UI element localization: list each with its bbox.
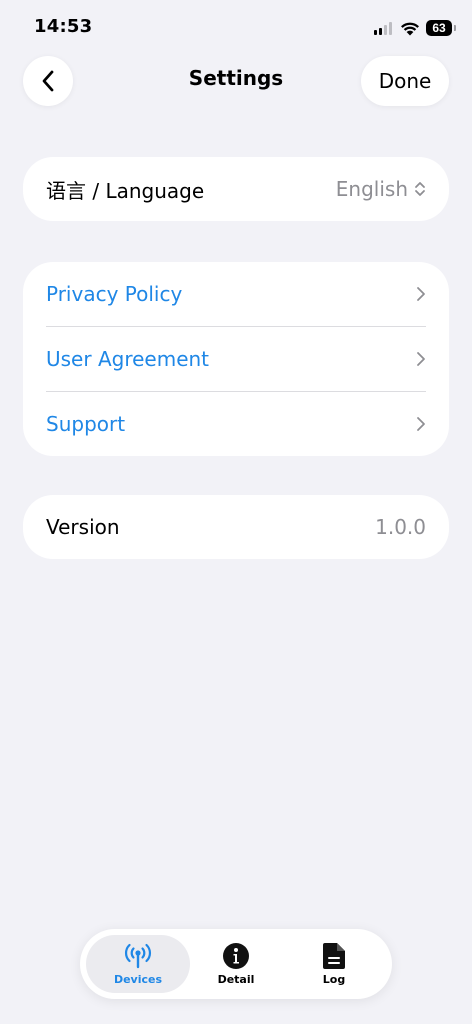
links-card: Privacy Policy User Agreement Support xyxy=(23,262,449,456)
wifi-icon xyxy=(400,21,420,36)
tab-log[interactable]: Log xyxy=(282,929,386,999)
user-agreement-row[interactable]: User Agreement xyxy=(23,327,449,391)
chevron-right-icon xyxy=(416,286,426,302)
chevron-right-icon xyxy=(416,416,426,432)
language-value: English xyxy=(335,177,408,201)
battery-icon: 63 xyxy=(426,20,456,36)
tab-devices-label: Devices xyxy=(113,973,163,986)
language-label: 语言 / Language xyxy=(46,178,205,203)
version-card: Version 1.0.0 xyxy=(23,495,449,559)
tab-log-label: Log xyxy=(322,973,346,986)
cellular-signal-icon xyxy=(374,21,392,35)
language-row[interactable]: 语言 / Language English xyxy=(23,157,449,221)
document-icon xyxy=(322,942,346,970)
privacy-policy-link[interactable]: Privacy Policy xyxy=(46,282,416,306)
version-row: Version 1.0.0 xyxy=(23,495,449,559)
chevron-right-icon xyxy=(416,351,426,367)
language-card: 语言 / Language English xyxy=(23,157,449,221)
done-button[interactable]: Done xyxy=(361,56,449,106)
support-row[interactable]: Support xyxy=(23,392,449,456)
privacy-policy-row[interactable]: Privacy Policy xyxy=(23,262,449,326)
tab-bar: Devices Detail Log xyxy=(80,929,392,999)
user-agreement-link[interactable]: User Agreement xyxy=(46,347,416,371)
up-down-chevron-icon xyxy=(414,180,426,198)
status-time: 14:53 xyxy=(34,16,93,37)
version-value: 1.0.0 xyxy=(375,515,426,539)
tab-detail[interactable]: Detail xyxy=(184,929,288,999)
support-link[interactable]: Support xyxy=(46,412,416,436)
tab-detail-label: Detail xyxy=(217,973,255,986)
status-icons: 63 xyxy=(374,18,456,38)
status-bar: 14:53 63 xyxy=(0,0,472,56)
antenna-icon xyxy=(123,942,153,970)
version-label: Version xyxy=(46,515,120,539)
tab-devices[interactable]: Devices xyxy=(86,929,190,999)
info-icon xyxy=(222,942,250,970)
